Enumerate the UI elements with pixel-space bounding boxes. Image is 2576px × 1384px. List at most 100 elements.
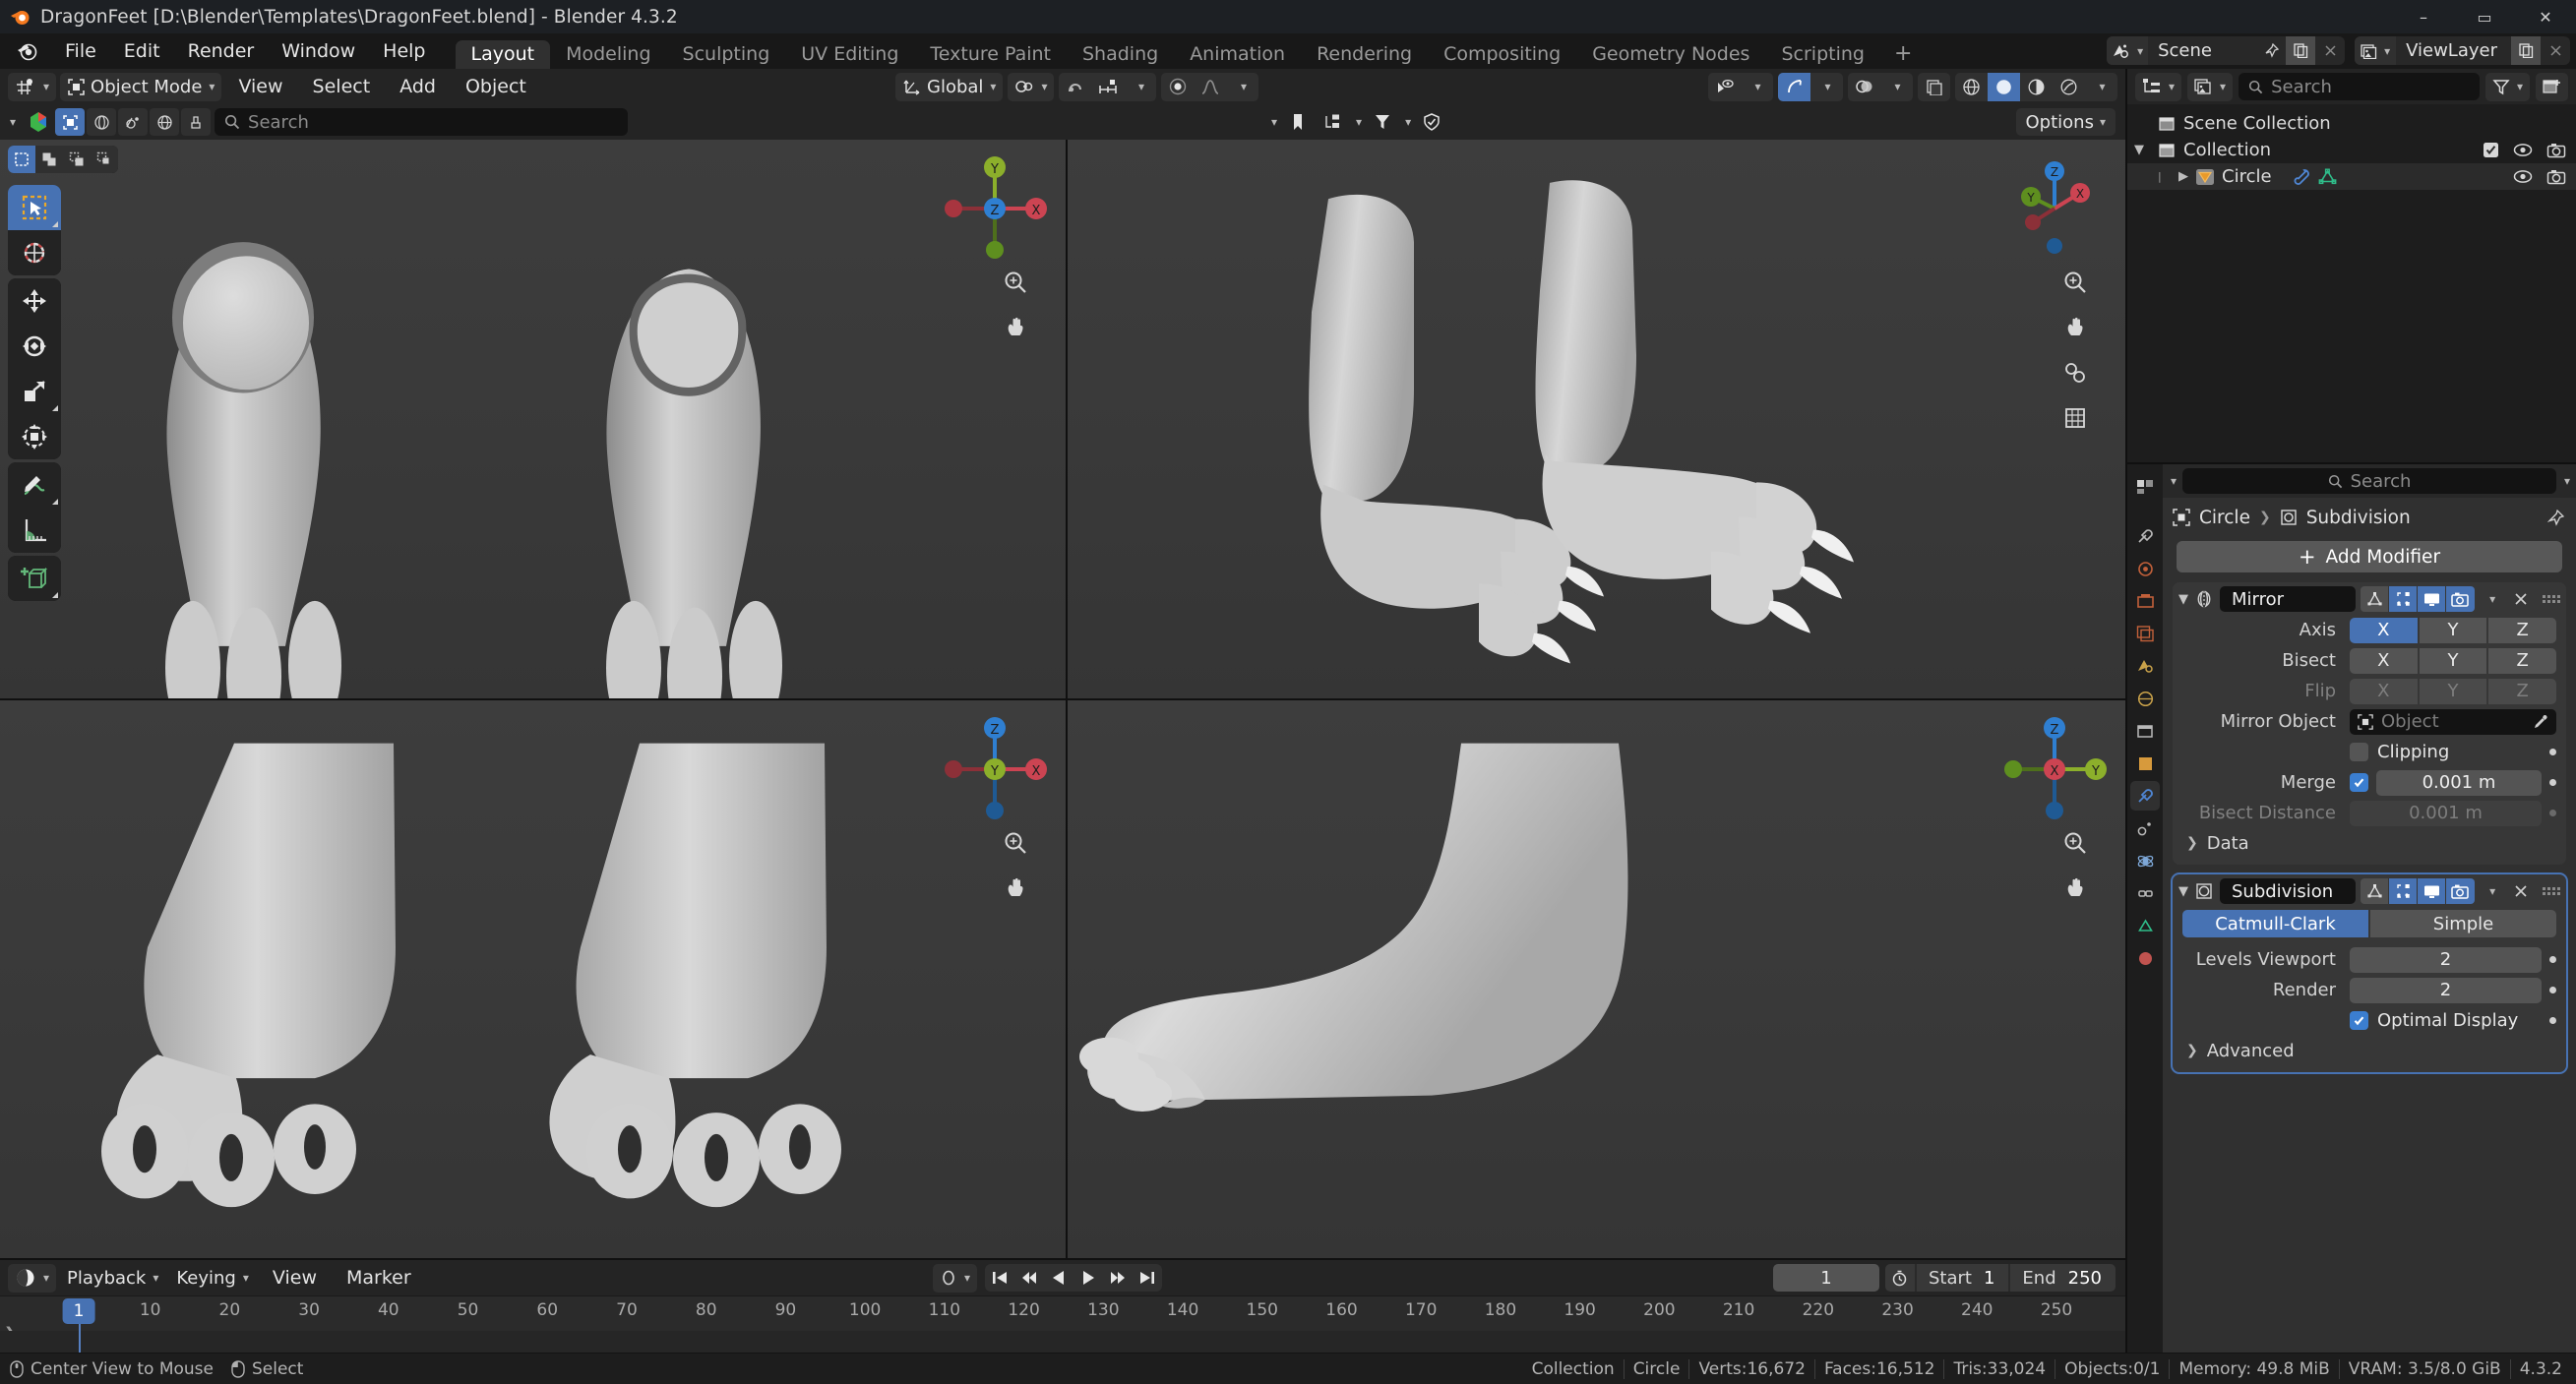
chevron-down-icon[interactable]: ▼ bbox=[2178, 884, 2188, 899]
outliner-editor-type-button[interactable]: ▾ bbox=[2135, 72, 2182, 101]
timeline-editor-type-button[interactable]: ▾ bbox=[8, 1263, 57, 1293]
wireframe-shading-button[interactable] bbox=[1955, 72, 1988, 101]
next-keyframe-button[interactable] bbox=[1103, 1264, 1133, 1292]
viewport-top-ortho[interactable]: Z X Y bbox=[0, 699, 1066, 1258]
show-in-edit-mode-cage-icon[interactable] bbox=[2361, 878, 2389, 904]
camera-icon[interactable] bbox=[2546, 143, 2566, 158]
tool-annotate[interactable] bbox=[8, 462, 61, 508]
tab-object-properties[interactable] bbox=[2130, 749, 2160, 778]
camera-icon[interactable] bbox=[2546, 169, 2566, 185]
toggle-xray-icon[interactable] bbox=[1918, 72, 1950, 101]
viewport-right-ortho[interactable]: Z Y X bbox=[1068, 699, 2125, 1258]
select-subtract-mode-icon[interactable] bbox=[63, 146, 91, 173]
shield-icon[interactable] bbox=[1417, 108, 1446, 136]
menu-render[interactable]: Render bbox=[174, 33, 269, 69]
modifier-name-subdivision[interactable]: Subdivision bbox=[2220, 878, 2356, 904]
previous-keyframe-button[interactable] bbox=[1014, 1264, 1044, 1292]
zoom-view-icon[interactable] bbox=[2058, 826, 2092, 860]
modifier-wrench-icon[interactable] bbox=[2293, 168, 2311, 186]
remove-viewlayer-icon[interactable] bbox=[2541, 36, 2570, 65]
new-scene-icon[interactable] bbox=[2286, 36, 2316, 65]
chevron-down-icon[interactable]: ▾ bbox=[2171, 474, 2177, 488]
select-intersect-mode-icon[interactable] bbox=[91, 146, 118, 173]
eyedropper-icon[interactable] bbox=[2533, 714, 2548, 730]
add-workspace-button[interactable]: + bbox=[1880, 40, 1926, 69]
timeline-ruler[interactable]: ❯ 10203040506070809010011012013014015016… bbox=[0, 1295, 2125, 1353]
world-tool-icon[interactable] bbox=[150, 108, 180, 136]
zoom-view-icon[interactable] bbox=[2058, 266, 2092, 299]
tool-cursor[interactable] bbox=[8, 230, 61, 275]
tool-add-cube[interactable] bbox=[8, 556, 61, 601]
eye-icon[interactable] bbox=[2513, 169, 2533, 184]
pan-view-icon[interactable] bbox=[999, 311, 1032, 344]
pin-id-icon[interactable] bbox=[2547, 509, 2564, 526]
viewport-user-perspective[interactable]: Z X Y bbox=[1068, 140, 2125, 698]
animate-property-dot[interactable] bbox=[2549, 987, 2556, 993]
tab-render-properties[interactable] bbox=[2130, 554, 2160, 583]
viewport-menu-add[interactable]: Add bbox=[387, 73, 449, 101]
shading-dropdown[interactable]: ▾ bbox=[2085, 72, 2117, 101]
add-modifier-button[interactable]: + Add Modifier bbox=[2177, 541, 2562, 572]
maximize-button[interactable]: ▭ bbox=[2454, 0, 2515, 33]
animate-property-dot[interactable] bbox=[2549, 779, 2556, 786]
tab-compositing[interactable]: Compositing bbox=[1428, 40, 1576, 69]
end-frame-value[interactable]: 250 bbox=[2064, 1268, 2116, 1289]
select-extend-mode-icon[interactable] bbox=[35, 146, 63, 173]
show-on-cage-icon[interactable] bbox=[2389, 878, 2418, 904]
tool-tweak[interactable] bbox=[8, 185, 61, 230]
chevron-down-icon[interactable]: ▼ bbox=[2127, 143, 2151, 157]
chevron-down-icon[interactable]: ▾ bbox=[1271, 115, 1277, 129]
modifier-extras-dropdown-subdivision[interactable]: ▾ bbox=[2480, 878, 2504, 904]
subdivision-advanced-section[interactable]: ❯ Advanced bbox=[2173, 1037, 2566, 1064]
timeline-menu-playback[interactable]: Playback ▾ bbox=[60, 1264, 165, 1293]
tab-modifier-properties[interactable] bbox=[2130, 781, 2160, 811]
menu-window[interactable]: Window bbox=[268, 33, 369, 69]
show-gizmo-toggle[interactable] bbox=[1778, 72, 1810, 101]
tab-geometry-nodes[interactable]: Geometry Nodes bbox=[1576, 40, 1765, 69]
modifier-extras-dropdown-mirror[interactable]: ▾ bbox=[2480, 586, 2504, 612]
tab-viewlayer-properties[interactable] bbox=[2130, 619, 2160, 648]
tool-rotate[interactable] bbox=[8, 324, 61, 369]
show-in-edit-mode-cage-icon[interactable] bbox=[2361, 586, 2389, 612]
color-swatch-icon[interactable] bbox=[24, 108, 53, 136]
tab-particle-properties[interactable] bbox=[2130, 813, 2160, 843]
jump-to-start-button[interactable] bbox=[985, 1264, 1014, 1292]
bookmark-icon[interactable] bbox=[1283, 108, 1313, 136]
rendered-shading-button[interactable] bbox=[2053, 72, 2085, 101]
close-button[interactable]: ✕ bbox=[2515, 0, 2576, 33]
mirror-merge-value[interactable]: 0.001 m bbox=[2376, 769, 2542, 796]
snap-dropdown[interactable]: ▾ bbox=[1124, 72, 1157, 101]
tab-uv-editing[interactable]: UV Editing bbox=[785, 40, 914, 69]
outliner-display-mode-button[interactable]: ▾ bbox=[2187, 72, 2234, 101]
drag-handle-mirror[interactable] bbox=[2542, 595, 2560, 603]
show-on-cage-icon[interactable] bbox=[2389, 586, 2418, 612]
tab-scripting[interactable]: Scripting bbox=[1765, 40, 1880, 69]
brush-tool-icon[interactable] bbox=[181, 108, 212, 136]
camera-view-icon[interactable] bbox=[2058, 356, 2092, 390]
scene-selector[interactable]: ▾ Scene bbox=[2107, 36, 2346, 65]
viewlayer-name[interactable]: ViewLayer bbox=[2396, 36, 2511, 65]
mirror-clipping-control[interactable]: Clipping bbox=[2350, 742, 2542, 762]
mirror-bisect-x[interactable]: X bbox=[2350, 647, 2418, 674]
show-in-viewport-icon[interactable] bbox=[2418, 878, 2446, 904]
properties-editor-type-button[interactable] bbox=[2130, 472, 2160, 502]
particle-tool-icon[interactable] bbox=[118, 108, 149, 136]
algorithm-simple[interactable]: Simple bbox=[2370, 910, 2556, 937]
viewport-search-input[interactable]: Search bbox=[215, 108, 629, 136]
animate-property-dot[interactable] bbox=[2549, 749, 2556, 755]
viewport-3d-quad[interactable]: Y X Z Z X Y Z X Y Z Y X bbox=[0, 140, 2125, 1258]
material-preview-button[interactable] bbox=[2020, 72, 2053, 101]
tab-world-properties[interactable] bbox=[2130, 684, 2160, 713]
timeline-playhead-label[interactable]: 1 bbox=[62, 1298, 95, 1324]
select-box-mode-icon[interactable] bbox=[8, 146, 35, 173]
outliner-filter-button[interactable]: ▾ bbox=[2484, 72, 2530, 101]
viewport-front-ortho[interactable]: Y X Z bbox=[0, 140, 1066, 698]
mirror-flip-x[interactable]: X bbox=[2350, 678, 2418, 704]
keying-set-button[interactable]: ▾ bbox=[933, 1263, 978, 1293]
eye-icon[interactable] bbox=[2513, 143, 2533, 157]
interaction-mode-button[interactable]: Object Mode ▾ bbox=[60, 72, 222, 101]
menu-edit[interactable]: Edit bbox=[110, 33, 174, 69]
show-in-render-icon[interactable] bbox=[2446, 878, 2475, 904]
tab-physics-properties[interactable] bbox=[2130, 846, 2160, 875]
viewport-menu-view[interactable]: View bbox=[225, 73, 295, 101]
